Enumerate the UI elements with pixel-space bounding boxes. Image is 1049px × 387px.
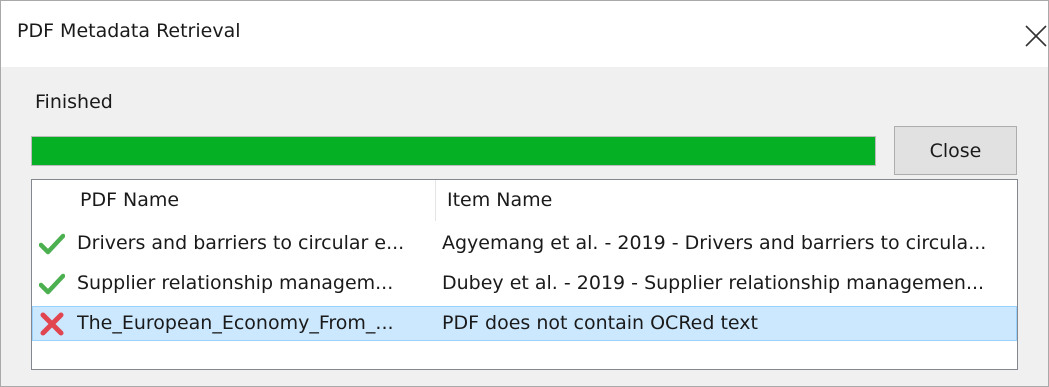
table-row[interactable]: Drivers and barriers to circular e... Ag… [32,226,1017,261]
status-text: Finished [35,91,113,113]
column-header-pdf-name[interactable]: PDF Name [80,180,179,221]
pdf-name-cell: Drivers and barriers to circular e... [77,232,405,254]
item-name-cell: Dubey et al. - 2019 - Supplier relations… [442,272,985,294]
item-name-cell: PDF does not contain OCRed text [442,312,758,334]
progress-bar-fill [32,137,875,165]
pdf-name-cell: The_European_Economy_From_... [77,312,394,334]
close-icon[interactable] [1024,19,1048,49]
error-icon [39,312,65,336]
window-title: PDF Metadata Retrieval [17,20,241,42]
results-list: PDF Name Item Name Drivers and barriers … [31,179,1018,370]
title-bar: PDF Metadata Retrieval [1,1,1048,67]
check-icon [38,272,66,296]
pdf-name-cell: Supplier relationship managem... [77,272,394,294]
close-button[interactable]: Close [894,126,1017,175]
list-rows: Drivers and barriers to circular e... Ag… [32,221,1017,341]
column-divider[interactable] [435,180,436,221]
table-row[interactable]: The_European_Economy_From_... PDF does n… [32,306,1017,341]
check-icon [38,232,66,256]
progress-bar [31,136,876,166]
column-header-item-name[interactable]: Item Name [447,180,552,221]
list-header: PDF Name Item Name [32,180,1017,221]
item-name-cell: Agyemang et al. - 2019 - Drivers and bar… [442,232,987,254]
table-row[interactable]: Supplier relationship managem... Dubey e… [32,266,1017,301]
pdf-metadata-dialog: PDF Metadata Retrieval Finished Close PD… [0,0,1049,387]
